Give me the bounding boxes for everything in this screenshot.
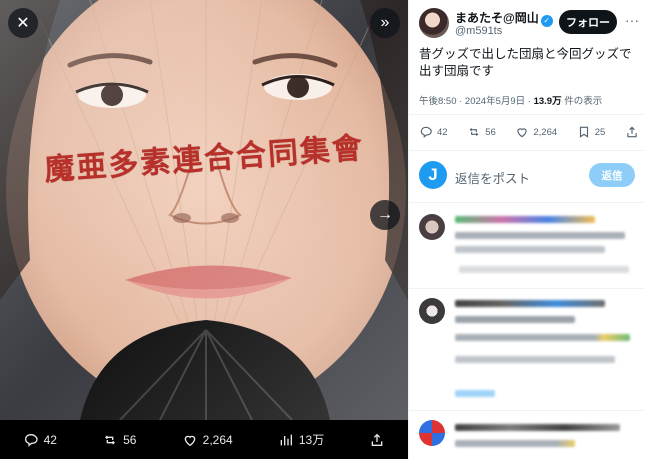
- reply-text-blur: [455, 334, 630, 341]
- more-options-icon[interactable]: ···: [624, 13, 640, 30]
- reply-icon: [420, 126, 432, 138]
- reply-text-blur: [455, 440, 575, 447]
- media-action-bar: 42 56 2,264 13万: [0, 420, 408, 459]
- reply-item[interactable]: [419, 420, 639, 459]
- close-button[interactable]: ✕: [8, 8, 38, 38]
- reply-count: 42: [437, 126, 448, 138]
- fan-photo[interactable]: 魔亜多素連合合同集會: [0, 0, 408, 420]
- media-reply-count: 42: [43, 432, 57, 447]
- reply-avatar[interactable]: [419, 298, 445, 324]
- media-views-count: 13万: [298, 433, 325, 447]
- reply-composer: J 返信をポスト 返信: [419, 161, 639, 191]
- bookmark-button[interactable]: 25: [577, 125, 606, 139]
- tweet-meta: 午後8:50 · 2024年5月9日 · 13.9万 件の表示: [419, 93, 641, 107]
- reply-button[interactable]: 42: [419, 125, 448, 139]
- divider: [409, 410, 645, 411]
- tweet-view-count: 13.9万: [533, 96, 562, 107]
- next-image-button[interactable]: →: [370, 200, 400, 230]
- share-icon: [372, 433, 383, 446]
- media-repost-count: 56: [123, 432, 137, 447]
- reply-text-blur: [455, 316, 575, 323]
- media-views-button[interactable]: 13万: [278, 431, 324, 448]
- bookmark-count: 25: [594, 126, 606, 138]
- repost-icon: [105, 435, 116, 444]
- close-icon: ✕: [16, 15, 30, 32]
- reply-item[interactable]: [419, 298, 639, 403]
- media-like-button[interactable]: 2,264: [182, 432, 233, 448]
- repost-button[interactable]: 56: [467, 125, 496, 139]
- media-repost-button[interactable]: 56: [102, 432, 136, 448]
- reply-input[interactable]: 返信をポスト: [455, 168, 530, 187]
- reply-author-blur: [455, 216, 595, 223]
- reply-author-blur: [455, 424, 620, 431]
- expand-button[interactable]: »: [370, 8, 400, 38]
- reply-avatar[interactable]: [419, 214, 445, 240]
- tweet-text: 昔グッズで出した団扇と今回グッズで出す団扇です: [419, 47, 632, 78]
- divider: [409, 202, 645, 203]
- heart-icon: [517, 128, 528, 138]
- repost-count: 56: [485, 126, 496, 138]
- reply-submit-button[interactable]: 返信: [589, 163, 635, 187]
- chevron-right-icon: →: [377, 206, 393, 223]
- avatar[interactable]: [419, 8, 449, 38]
- fan-illustration: [0, 0, 408, 420]
- reply-text-blur: [455, 356, 615, 363]
- follow-button[interactable]: フォロー: [559, 10, 617, 34]
- divider: [409, 150, 645, 151]
- reply-icon: [24, 433, 38, 447]
- share-button[interactable]: [625, 125, 639, 139]
- tweet-panel: まあたそ@岡山 ✓ @m591ts フォロー ··· 昔グッズで出した団扇と今回グ…: [408, 0, 645, 459]
- views-chart-icon: [280, 434, 292, 445]
- media-like-count: 2,264: [202, 432, 233, 447]
- reply-text-blur: [455, 246, 605, 253]
- expand-icon: »: [380, 14, 390, 31]
- reply-avatar: J: [419, 161, 447, 189]
- reply-link-blur: [455, 390, 495, 397]
- bookmark-icon: [579, 126, 588, 138]
- like-button[interactable]: 2,264: [515, 125, 557, 139]
- media-share-button[interactable]: [369, 432, 385, 448]
- heart-icon: [184, 435, 195, 446]
- divider: [409, 288, 645, 289]
- share-icon: [627, 126, 637, 138]
- user-handle[interactable]: @m591ts: [455, 25, 502, 37]
- tweet-actions: 42 56 2,264 25: [419, 120, 639, 144]
- divider: [409, 114, 645, 115]
- reply-avatar[interactable]: [419, 420, 445, 446]
- reply-item[interactable]: [419, 214, 639, 284]
- author-row: まあたそ@岡山 ✓ @m591ts フォロー ···: [419, 8, 639, 44]
- media-viewer: 魔亜多素連合合同集會 ✕ » → 42 56 2,264 13万: [0, 0, 408, 459]
- reply-author-blur: [455, 300, 605, 307]
- reply-actions-blur: [459, 266, 629, 273]
- reply-text-blur: [455, 232, 625, 239]
- media-reply-button[interactable]: 42: [23, 432, 57, 448]
- repost-icon: [469, 128, 479, 136]
- tweet-timestamp[interactable]: 午後8:50 · 2024年5月9日 ·: [419, 96, 534, 107]
- display-name-text[interactable]: まあたそ@岡山: [455, 11, 539, 25]
- tweet-views-label: 件の表示: [561, 96, 603, 107]
- verified-badge-icon: ✓: [540, 15, 553, 27]
- like-count: 2,264: [533, 126, 558, 138]
